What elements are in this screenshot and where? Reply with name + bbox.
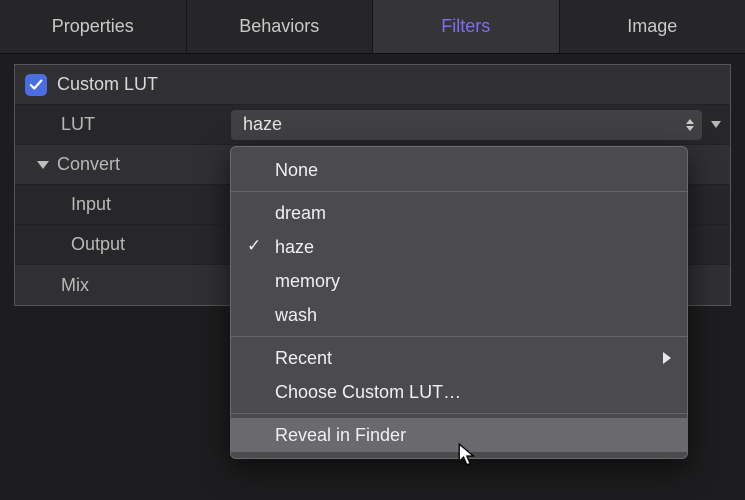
menu-item-label: Choose Custom LUT… [275,382,461,403]
tab-label: Behaviors [239,16,319,37]
menu-item-label: dream [275,203,326,224]
menu-item-label: memory [275,271,340,292]
menu-separator [231,413,687,414]
menu-item-memory[interactable]: memory [231,264,687,298]
checkmark-icon: ✓ [247,236,261,256]
inspector-tabbar: Properties Behaviors Filters Image [0,0,745,54]
disclosure-triangle-icon [37,161,49,169]
menu-item-none[interactable]: None [231,153,687,187]
menu-item-dream[interactable]: dream [231,196,687,230]
param-row-lut: LUT haze [15,105,730,145]
tab-label: Filters [441,16,490,37]
param-label: Input [71,194,111,215]
tab-label: Properties [52,16,134,37]
chevron-down-icon [711,121,721,128]
menu-item-haze[interactable]: ✓ haze [231,230,687,264]
menu-item-label: Reveal in Finder [275,425,406,446]
param-label: Output [71,234,125,255]
menu-separator [231,191,687,192]
menu-item-label: None [275,160,318,181]
filter-header: Custom LUT [15,65,730,105]
tab-properties[interactable]: Properties [0,0,187,53]
filter-title: Custom LUT [57,74,158,95]
param-label: LUT [61,114,95,135]
menu-item-wash[interactable]: wash [231,298,687,332]
submenu-arrow-icon [663,352,671,364]
menu-item-label: haze [275,237,314,258]
tab-image[interactable]: Image [560,0,745,53]
updown-icon [686,119,694,131]
menu-item-label: wash [275,305,317,326]
checkmark-icon [29,78,43,92]
menu-item-recent[interactable]: Recent [231,341,687,375]
menu-item-reveal[interactable]: Reveal in Finder [231,418,687,452]
tab-behaviors[interactable]: Behaviors [187,0,374,53]
enable-checkbox[interactable] [25,74,47,96]
tab-label: Image [627,16,677,37]
dropdown-value: haze [243,114,282,135]
param-disclosure[interactable] [702,121,730,128]
menu-item-choose[interactable]: Choose Custom LUT… [231,375,687,409]
lut-popup-menu: None dream ✓ haze memory wash Recent Choo… [230,146,688,459]
param-label: Mix [61,275,89,296]
menu-item-label: Recent [275,348,332,369]
param-label: Convert [57,154,120,175]
menu-separator [231,336,687,337]
tab-filters[interactable]: Filters [373,0,560,53]
lut-dropdown[interactable]: haze [231,110,702,140]
